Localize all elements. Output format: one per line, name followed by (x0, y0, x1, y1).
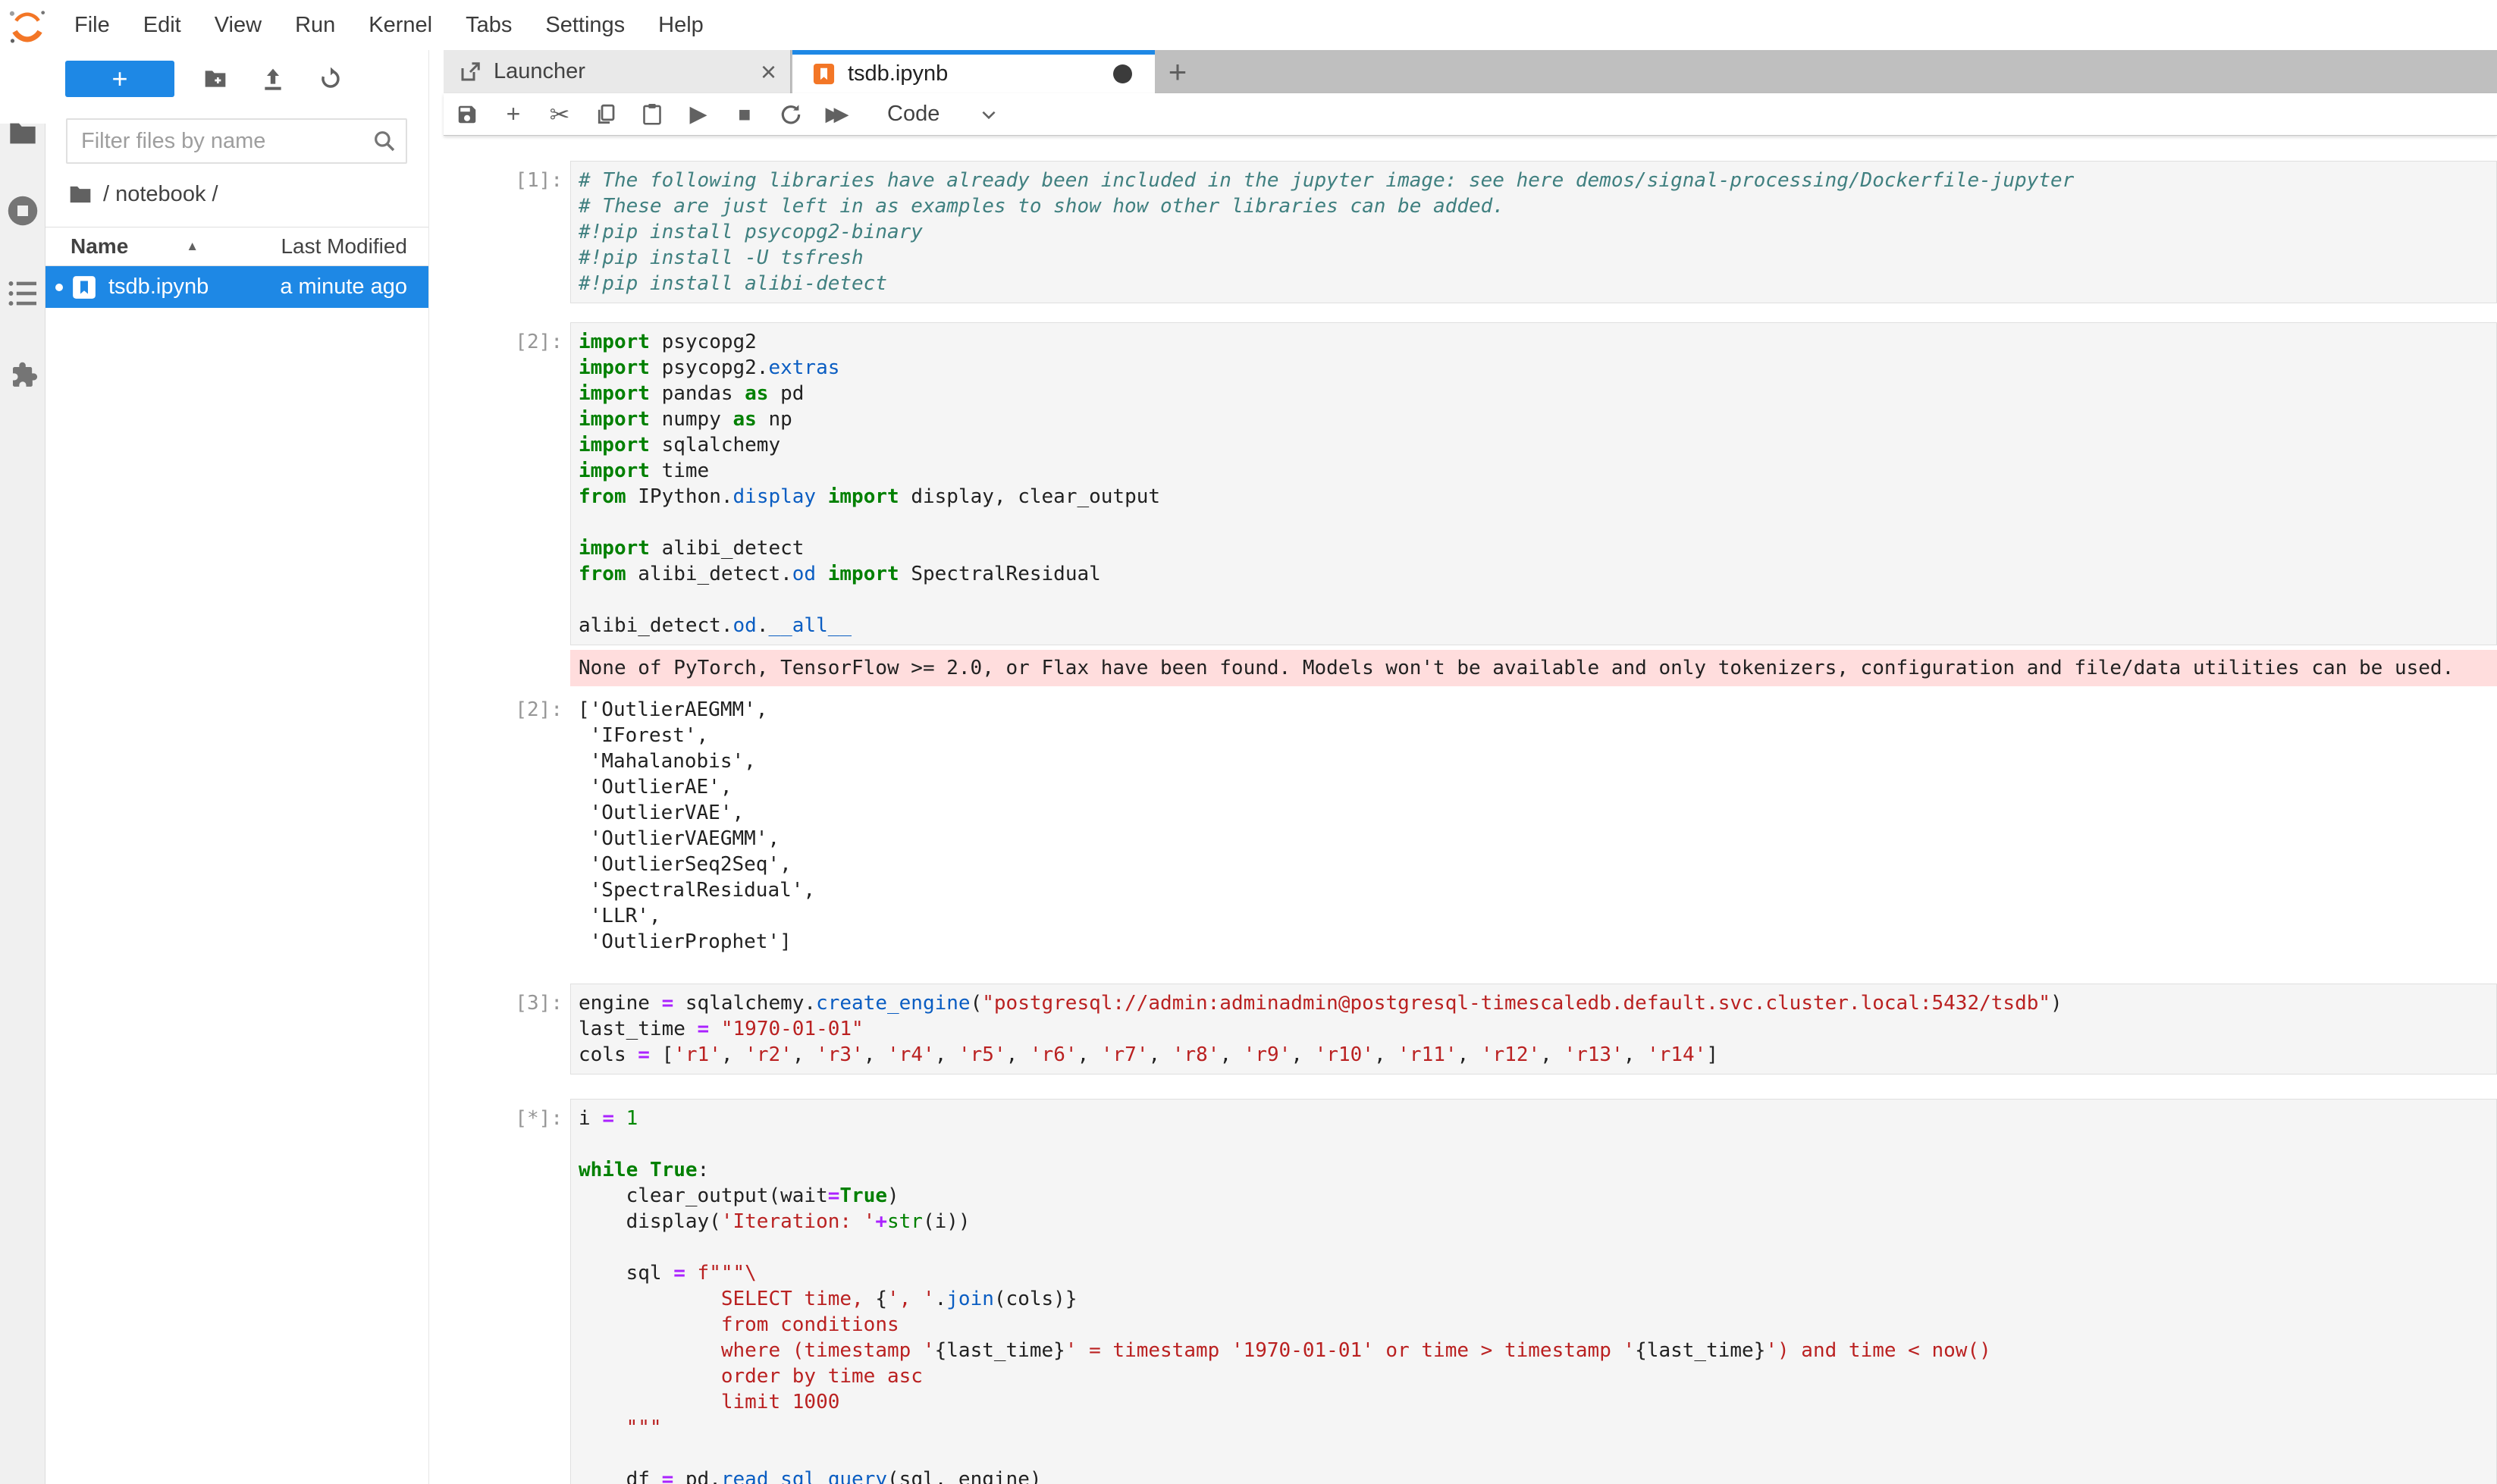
cell-editor[interactable]: i = 1 while True: clear_output(wait=True… (570, 1099, 2497, 1484)
stderr-output: None of PyTorch, TensorFlow >= 2.0, or F… (570, 650, 2497, 686)
menu-item-tabs[interactable]: Tabs (449, 13, 529, 38)
filter-files-wrap (66, 118, 409, 164)
notebook-file-icon (71, 275, 97, 300)
paste-icon[interactable] (639, 99, 665, 130)
panel-splitter[interactable] (428, 50, 444, 1484)
code-cell-2: [2]: import psycopg2import psycopg2.extr… (444, 322, 2497, 645)
output-prompt: [2]: (444, 691, 570, 961)
stop-icon[interactable]: ■ (732, 99, 758, 130)
notebook-scroll-area[interactable]: [1]: # The following libraries have alre… (444, 136, 2497, 1484)
menu-item-kernel[interactable]: Kernel (352, 13, 449, 38)
tab-launcher[interactable]: Launcher × (444, 50, 791, 93)
code-cell-3: [3]: engine = sqlalchemy.create_engine("… (444, 984, 2497, 1075)
search-icon (372, 129, 397, 153)
launcher-icon (459, 61, 482, 83)
notebook-tab-icon (812, 62, 836, 86)
cell-editor[interactable]: # The following libraries have already b… (570, 161, 2497, 303)
file-dirty-dot (55, 284, 63, 291)
code-cell-running: [*]: i = 1 while True: clear_output(wait… (444, 1099, 2497, 1484)
file-row-tsdb-ipynb[interactable]: tsdb.ipynb a minute ago (45, 266, 428, 308)
main-dock-panel: Launcher × tsdb.ipynb + + ✂ (444, 50, 2497, 1484)
tab-dirty-indicator[interactable] (1113, 64, 1132, 83)
tab-notebook-label: tsdb.ipynb (848, 61, 948, 86)
tab-close-icon[interactable]: × (761, 61, 776, 83)
code-cell-1: [1]: # The following libraries have alre… (444, 161, 2497, 303)
column-header-last-modified[interactable]: Last Modified (281, 234, 407, 259)
breadcrumb-path: / notebook / (103, 182, 218, 207)
jupyter-logo-icon (8, 8, 47, 45)
restart-kernel-icon[interactable] (778, 99, 804, 130)
activity-active-highlight (0, 50, 45, 124)
run-icon[interactable]: ▶ (685, 99, 711, 130)
breadcrumb[interactable]: / notebook / (68, 182, 428, 207)
output-text: ['OutlierAEGMM', 'IForest', 'Mahalanobis… (570, 691, 2497, 961)
tab-tsdb-notebook[interactable]: tsdb.ipynb (792, 50, 1155, 93)
new-launcher-button[interactable]: + (65, 61, 174, 97)
dock-tab-bar: Launcher × tsdb.ipynb + (444, 50, 2497, 93)
file-list-header: Name ▲ Last Modified (45, 227, 428, 266)
jupyterlab-window: File Edit View Run Kernel Tabs Settings … (0, 0, 2497, 1484)
extensions-puzzle-icon[interactable] (0, 359, 45, 390)
table-of-contents-icon[interactable] (0, 280, 45, 307)
input-prompt: [2]: (444, 322, 570, 645)
cell-type-dropdown[interactable]: Code (887, 102, 999, 127)
tab-launcher-label: Launcher (494, 59, 585, 84)
file-last-modified: a minute ago (280, 275, 407, 300)
input-prompt: [3]: (444, 984, 570, 1075)
file-browser-toolbar: + (45, 61, 428, 97)
fast-forward-icon[interactable]: ▶▶ (824, 99, 850, 130)
sort-ascending-icon[interactable]: ▲ (186, 239, 199, 254)
file-browser-folder-icon[interactable] (0, 121, 45, 146)
save-icon[interactable] (454, 99, 480, 130)
column-header-name[interactable]: Name (71, 234, 128, 259)
activity-bar (0, 50, 45, 1484)
file-browser-panel: + / notebook / Name ▲ Last M (45, 50, 428, 1484)
menu-bar: File Edit View Run Kernel Tabs Settings … (0, 0, 2497, 50)
cell-editor[interactable]: engine = sqlalchemy.create_engine("postg… (570, 984, 2497, 1075)
running-kernels-icon[interactable] (0, 195, 45, 227)
input-prompt: [1]: (444, 161, 570, 303)
stderr-text: None of PyTorch, TensorFlow >= 2.0, or F… (579, 655, 2497, 681)
copy-icon[interactable] (593, 99, 619, 130)
upload-icon[interactable] (261, 67, 285, 91)
execute-result-output: [2]: ['OutlierAEGMM', 'IForest', 'Mahala… (444, 691, 2497, 961)
new-tab-button[interactable]: + (1155, 50, 1200, 93)
menu-item-edit[interactable]: Edit (127, 13, 198, 38)
refresh-icon[interactable] (318, 67, 343, 91)
menu-items: File Edit View Run Kernel Tabs Settings … (58, 13, 720, 38)
home-folder-icon (68, 184, 93, 205)
cell-editor[interactable]: import psycopg2import psycopg2.extrasimp… (570, 322, 2497, 645)
menu-item-view[interactable]: View (198, 13, 278, 38)
notebook-toolbar: + ✂ ▶ ■ ▶▶ Code (444, 93, 2497, 136)
new-folder-icon[interactable] (203, 67, 227, 91)
insert-cell-icon[interactable]: + (500, 99, 526, 130)
input-prompt-busy: [*]: (444, 1099, 570, 1484)
menu-item-help[interactable]: Help (642, 13, 720, 38)
cell-type-value: Code (887, 102, 940, 127)
menu-item-settings[interactable]: Settings (529, 13, 642, 38)
cut-icon[interactable]: ✂ (547, 99, 572, 130)
chevron-down-icon (979, 105, 999, 124)
menu-item-file[interactable]: File (58, 13, 127, 38)
file-name: tsdb.ipynb (108, 275, 209, 300)
menu-item-run[interactable]: Run (278, 13, 352, 38)
filter-files-input[interactable] (66, 118, 407, 164)
